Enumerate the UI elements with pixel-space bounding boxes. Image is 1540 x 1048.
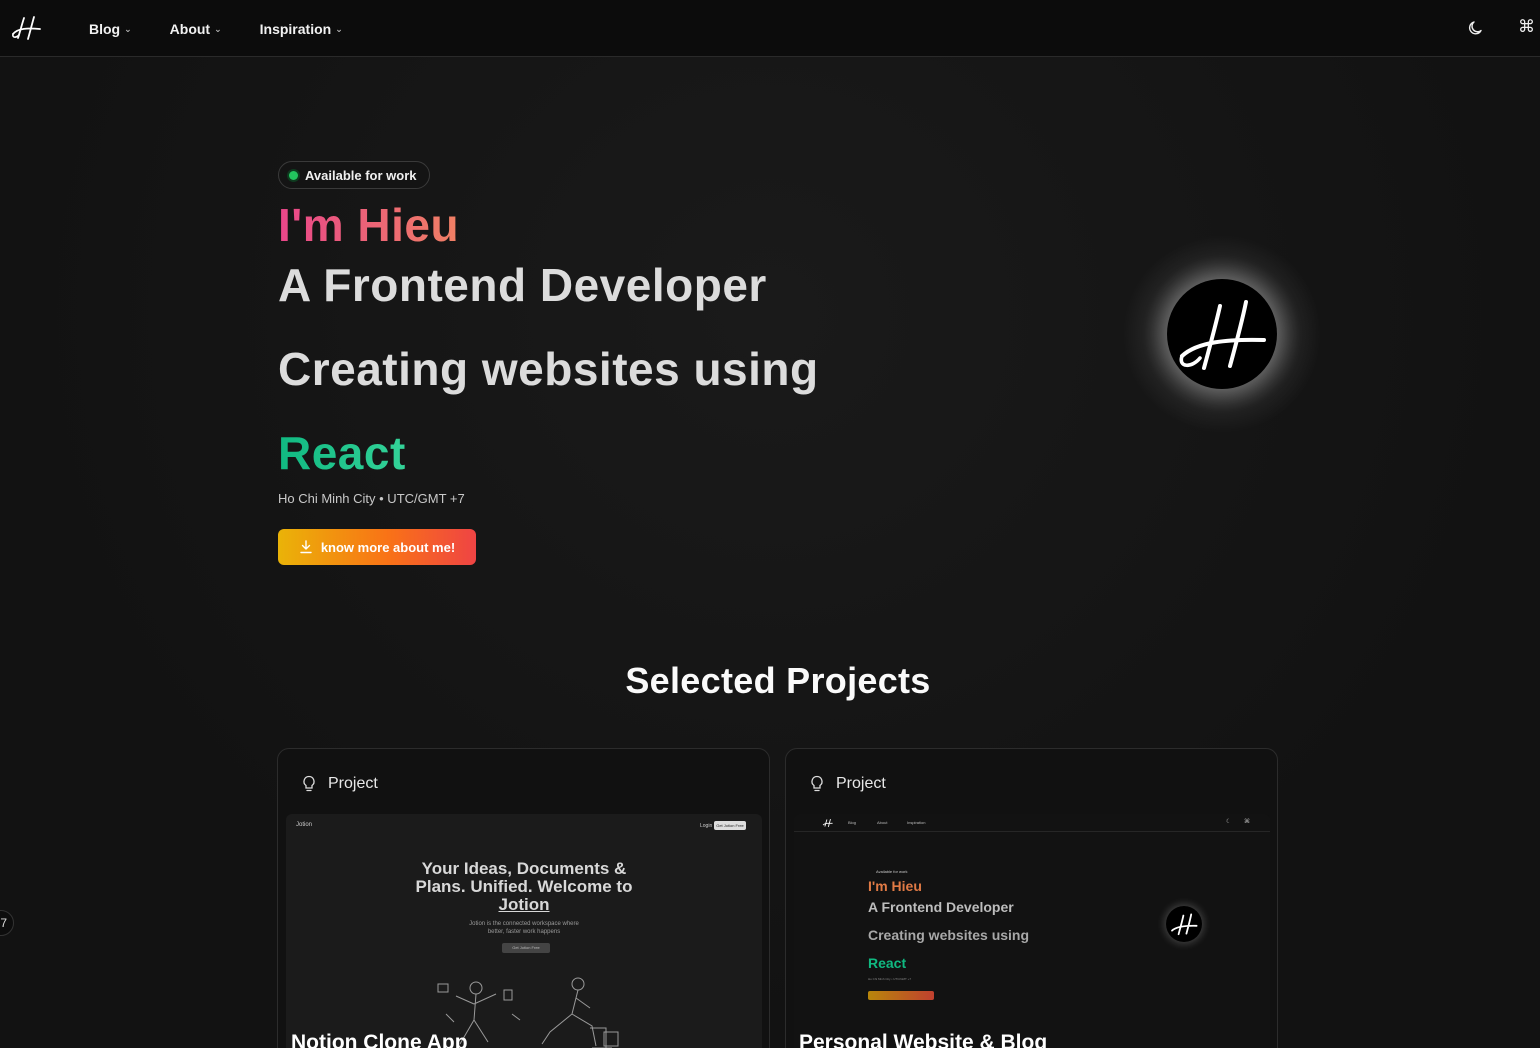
lightbulb-icon xyxy=(811,775,823,792)
preview-login: Login xyxy=(700,823,713,829)
preview-role: A Frontend Developer xyxy=(868,899,1014,915)
preview-headline-line: Your Ideas, Documents & xyxy=(421,859,627,878)
preview-sub-line: better, faster work happens xyxy=(487,929,561,935)
card-tag-label: Project xyxy=(836,775,886,792)
moon-icon[interactable] xyxy=(1466,18,1486,38)
card-tag: Project xyxy=(302,775,378,793)
section-title: Selected Projects xyxy=(625,660,931,701)
nav-item-blog[interactable]: Blog ⌄ xyxy=(89,21,132,37)
preview-headline-brand: Jotion xyxy=(498,895,550,914)
hero-name: I'm Hieu xyxy=(278,199,460,251)
preview-subtext: Jotion is the connected workspace where … xyxy=(286,920,762,936)
card-tag: Project xyxy=(810,775,886,793)
know-more-button[interactable]: know more about me! xyxy=(278,529,476,565)
nav-item-label: Blog xyxy=(89,20,121,37)
availability-badge: Available for work xyxy=(278,161,430,189)
preview-cta xyxy=(868,991,934,1000)
preview-command-icon: ⌘ xyxy=(1244,819,1250,825)
preview-logo: Jotion xyxy=(296,822,313,828)
project-card-notion-clone[interactable]: Project Jotion Login Get Jotion Free You… xyxy=(277,748,770,1048)
preview-moon-icon: ☾ xyxy=(1226,819,1232,825)
nav-item-label: About xyxy=(169,20,211,37)
preview-nav-item: Blog xyxy=(848,820,857,825)
preview-avatar xyxy=(1166,906,1202,942)
preview-badge: Available for work xyxy=(876,869,908,874)
hero-tech: React xyxy=(278,427,406,479)
hero-tagline: Creating websites using xyxy=(278,343,819,395)
project-title[interactable]: Notion Clone App xyxy=(291,1031,468,1048)
preview-tech: React xyxy=(868,955,907,971)
know-more-label: know more about me! xyxy=(320,539,456,555)
signature-logo-icon xyxy=(1179,300,1266,370)
main-menu: Blog ⌄ About ⌄ Inspiration ⌄ xyxy=(89,0,381,57)
nav-item-label: Inspiration xyxy=(259,20,332,37)
preview-tagline: Creating websites using xyxy=(868,927,1030,943)
status-dot-icon xyxy=(289,170,298,180)
nav-item-about[interactable]: About ⌄ xyxy=(170,21,222,37)
preview-logo-icon xyxy=(822,818,833,828)
preview-nav-item: About xyxy=(877,820,888,825)
chevron-down-icon: ⌄ xyxy=(335,24,343,34)
chevron-down-icon: ⌄ xyxy=(124,24,132,34)
avatar xyxy=(1167,279,1277,389)
card-tag-label: Project xyxy=(328,775,378,792)
preview-name: I'm Hieu xyxy=(868,878,922,894)
nav-item-inspiration[interactable]: Inspiration ⌄ xyxy=(260,21,343,37)
preview-location: Ho Chi Minh City • UTC/GMT +7 xyxy=(868,977,912,981)
command-icon[interactable]: ⌘ xyxy=(1518,17,1535,37)
project-card-personal-website[interactable]: Project Blog About Inspiration ☾ ⌘ Avail… xyxy=(785,748,1278,1048)
project-preview-image: Jotion Login Get Jotion Free Your Ideas,… xyxy=(286,814,762,1048)
project-preview-image: Blog About Inspiration ☾ ⌘ Available for… xyxy=(794,814,1270,1048)
preview-headline: Your Ideas, Documents & Plans. Unified. … xyxy=(286,860,762,914)
availability-label: Available for work xyxy=(305,167,417,183)
site-logo-icon[interactable] xyxy=(10,14,44,42)
side-floating-badge[interactable]: 7 xyxy=(0,910,14,936)
preview-sub-line: Jotion is the connected workspace where xyxy=(469,921,579,927)
preview-button: Get Jotion Free xyxy=(714,821,746,830)
preview-cta: Get Jotion Free xyxy=(502,943,550,953)
preview-navbar: Blog About Inspiration ☾ ⌘ xyxy=(794,814,1270,832)
top-navbar: Blog ⌄ About ⌄ Inspiration ⌄ ⌘ xyxy=(0,0,1540,57)
chevron-down-icon: ⌄ xyxy=(214,24,222,34)
hero-location: Ho Chi Minh City • UTC/GMT +7 xyxy=(278,491,465,506)
preview-navbar: Jotion Login Get Jotion Free xyxy=(286,814,762,838)
lightbulb-icon xyxy=(303,775,315,792)
project-title[interactable]: Personal Website & Blog xyxy=(799,1031,1047,1048)
preview-nav-item: Inspiration xyxy=(907,820,926,825)
hero-role: A Frontend Developer xyxy=(278,259,767,311)
preview-signature-icon xyxy=(1171,913,1198,936)
download-icon xyxy=(300,540,312,554)
preview-headline-line: Plans. Unified. Welcome to xyxy=(415,877,633,896)
